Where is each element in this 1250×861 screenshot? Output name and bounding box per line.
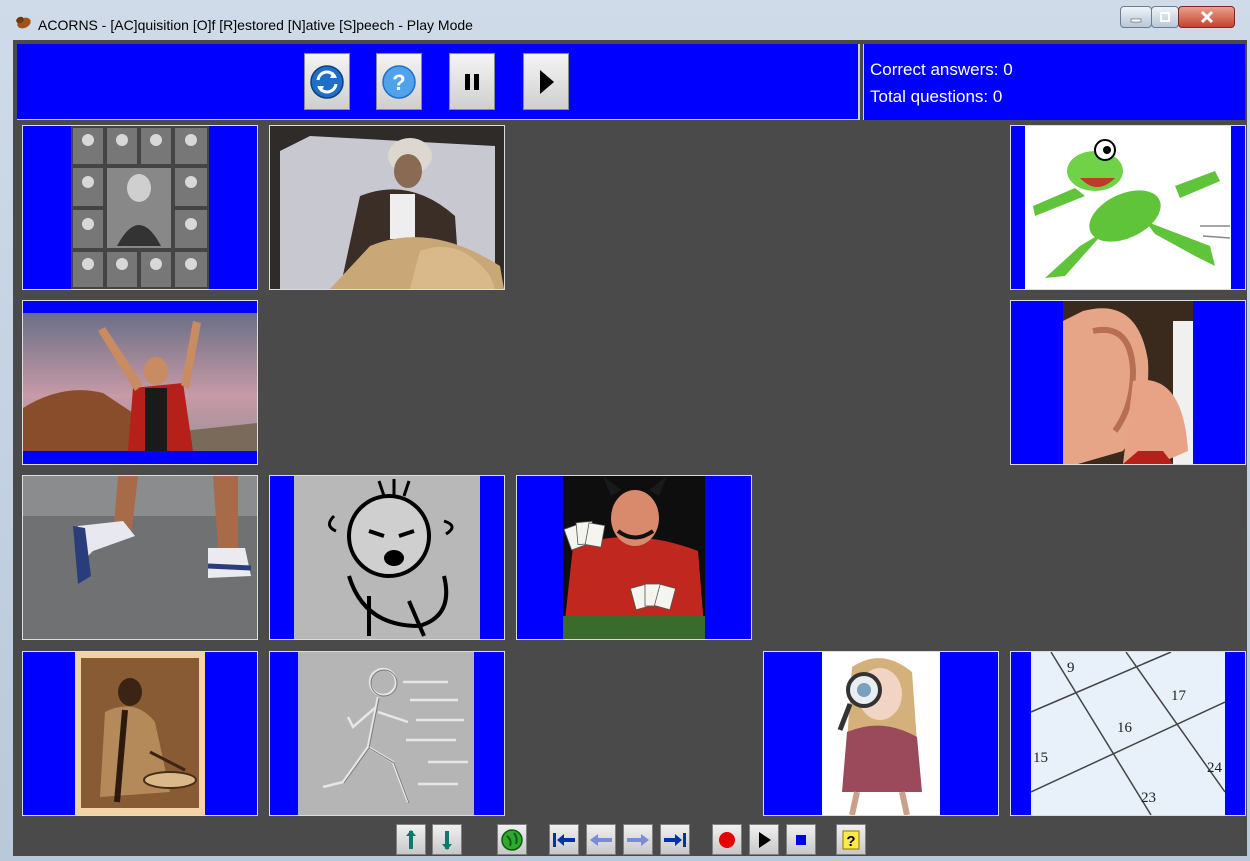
calendar-date-15: 15 — [1033, 750, 1048, 766]
card-running-legs[interactable] — [22, 475, 258, 640]
calendar-image: 9 17 16 15 24 23 — [1031, 652, 1225, 815]
app-window: ACORNS - [AC]quisition [O]f [R]estored [… — [0, 0, 1250, 861]
card-card-player[interactable] — [516, 475, 752, 640]
minimize-button[interactable] — [1120, 6, 1152, 28]
down-arrow-icon — [442, 830, 452, 850]
sick-man-image — [270, 126, 504, 289]
globe-button[interactable] — [497, 824, 527, 855]
lower-button[interactable] — [432, 824, 462, 855]
calendar-date-9: 9 — [1067, 660, 1075, 676]
help-icon: ? — [842, 830, 860, 850]
close-button[interactable] — [1178, 6, 1235, 28]
card-portrait-collage[interactable] — [22, 125, 258, 290]
left-arrow-icon — [590, 833, 612, 846]
restart-button[interactable] — [304, 53, 350, 110]
play-button[interactable] — [523, 53, 569, 110]
first-button[interactable] — [549, 824, 579, 855]
crying-cartoon-image — [294, 476, 480, 639]
calendar-date-17: 17 — [1171, 688, 1187, 704]
play-audio-button[interactable] — [749, 824, 779, 855]
globe-icon — [501, 828, 523, 851]
card-running-sketch[interactable] — [269, 651, 505, 816]
correct-answers-label: Correct answers: 0 — [870, 60, 1013, 79]
svg-text:?: ? — [846, 833, 855, 850]
card-calendar[interactable]: 9 17 16 15 24 23 — [1010, 651, 1246, 816]
running-sketch-image — [298, 652, 474, 815]
running-frog-image — [1025, 126, 1231, 289]
magnifier-girl-image — [822, 652, 940, 815]
calendar-date-23: 23 — [1141, 790, 1156, 806]
raise-button[interactable] — [396, 824, 426, 855]
play-icon — [540, 69, 554, 94]
card-running-frog[interactable] — [1010, 125, 1246, 290]
elder-drummer-image — [75, 652, 205, 815]
last-icon — [664, 832, 686, 847]
score-panel: Correct answers: 0 Total questions: 0 — [863, 44, 1245, 120]
running-legs-image — [23, 476, 257, 639]
stop-button[interactable] — [786, 824, 816, 855]
acorn-icon — [16, 16, 31, 29]
card-cheering-man[interactable] — [22, 300, 258, 465]
right-arrow-icon — [627, 833, 649, 846]
record-button[interactable] — [712, 824, 742, 855]
pause-button[interactable] — [449, 53, 495, 110]
restore-button[interactable] — [1151, 6, 1179, 28]
help-icon: ? — [382, 64, 416, 99]
record-icon — [719, 831, 735, 848]
pause-icon — [465, 73, 479, 90]
listening-ear-image — [1063, 301, 1193, 464]
previous-button[interactable] — [586, 824, 616, 855]
total-questions-label: Total questions: 0 — [870, 87, 1003, 106]
portrait-collage-image — [71, 126, 209, 289]
help-hint-button[interactable]: ? — [836, 824, 866, 855]
minimize-icon — [1130, 18, 1142, 23]
title-bar[interactable]: ACORNS - [AC]quisition [O]f [R]estored [… — [0, 0, 1250, 40]
control-panel: ? — [17, 44, 860, 120]
last-button[interactable] — [660, 824, 690, 855]
card-elder-drummer[interactable] — [22, 651, 258, 816]
first-icon — [553, 832, 575, 847]
stop-icon — [796, 834, 806, 845]
bottom-toolbar: ? — [13, 820, 1247, 856]
up-arrow-icon — [406, 829, 416, 849]
calendar-date-16: 16 — [1117, 720, 1133, 736]
card-crying-cartoon[interactable] — [269, 475, 505, 640]
help-button[interactable]: ? — [376, 53, 422, 110]
window-title: ACORNS - [AC]quisition [O]f [R]estored [… — [38, 17, 473, 33]
restore-icon — [1160, 12, 1170, 22]
svg-text:?: ? — [392, 70, 405, 95]
cheering-man-image — [23, 313, 257, 451]
calendar-date-24: 24 — [1207, 760, 1223, 776]
card-magnifier-girl[interactable] — [763, 651, 999, 816]
card-player-image — [563, 476, 705, 639]
card-listening-ear[interactable] — [1010, 300, 1246, 465]
play-icon — [759, 831, 771, 848]
close-icon — [1200, 10, 1214, 24]
next-button[interactable] — [623, 824, 653, 855]
game-board: ? Correct answers: 0 Total questions: 0 — [13, 40, 1247, 856]
restart-icon — [310, 64, 344, 99]
card-sick-man[interactable] — [269, 125, 505, 290]
